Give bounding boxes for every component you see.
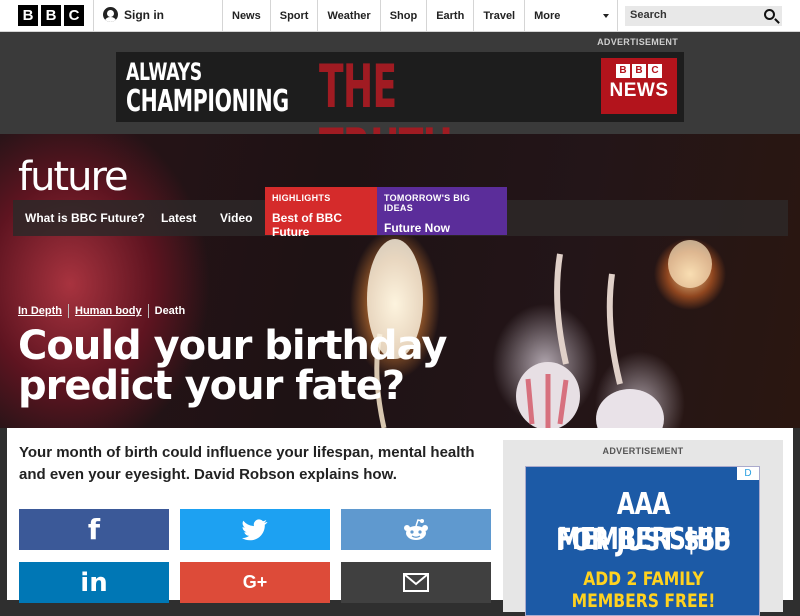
share-google-plus-button[interactable]: G+	[180, 562, 330, 603]
logo-letter: B	[616, 64, 630, 78]
logo-letter: C	[64, 5, 84, 26]
logo-letter: B	[18, 5, 38, 26]
tag-human-body[interactable]: Human body	[68, 304, 148, 318]
top-bar: B B C Sign in News Sport Weather Shop Ea…	[0, 0, 800, 32]
share-linkedin-button[interactable]: in	[19, 562, 169, 603]
search-placeholder: Search	[630, 9, 667, 21]
nav-shop[interactable]: Shop	[379, 0, 427, 32]
twitter-icon	[242, 518, 268, 540]
big-ideas-tab[interactable]: TOMORROW'S BIG IDEAS Future Now	[377, 187, 507, 235]
news-word: NEWS	[609, 80, 669, 101]
logo-letter: B	[632, 64, 646, 78]
main-nav: News Sport Weather Shop Earth Travel Mor…	[222, 0, 619, 32]
hero-image: future What is BBC Future? Latest Video …	[0, 134, 800, 428]
search-input[interactable]: Search	[625, 6, 782, 26]
email-icon	[403, 573, 429, 592]
subnav-video[interactable]: Video	[220, 200, 252, 236]
article-intro: Your month of birth could influence your…	[19, 444, 475, 483]
article-content: Your month of birth could influence your…	[7, 428, 793, 616]
divider	[93, 0, 94, 32]
nav-more-label: More	[534, 10, 561, 22]
ad-line-family: ADD 2 FAMILY MEMBERS FREE!	[571, 568, 716, 612]
highlights-link: Best of BBC Future	[272, 211, 343, 239]
nav-travel[interactable]: Travel	[473, 0, 524, 32]
nav-sport[interactable]: Sport	[269, 0, 318, 32]
share-facebook-button[interactable]: f	[19, 509, 169, 550]
linkedin-icon: in	[80, 567, 108, 598]
article-tags: In Depth Human body Death	[18, 304, 191, 318]
subnav-what-is-future[interactable]: What is BBC Future?	[25, 200, 145, 236]
adchoices-icon[interactable]: D	[737, 467, 759, 480]
nav-earth[interactable]: Earth	[426, 0, 473, 32]
ad-label: ADVERTISEMENT	[602, 446, 684, 456]
tag-death[interactable]: Death	[147, 304, 192, 318]
signin-label: Sign in	[124, 7, 164, 22]
big-ideas-title: TOMORROW'S BIG IDEAS	[384, 193, 471, 213]
highlights-tab[interactable]: HIGHLIGHTS Best of BBC Future	[265, 187, 377, 239]
big-ideas-link: Future Now	[384, 221, 450, 235]
page-title: Could your birthday predict your fate?	[18, 323, 447, 409]
nav-news[interactable]: News	[222, 0, 270, 32]
aaa-membership-ad[interactable]: D AAA MEMBERSHIP FOR JUST $55 ADD 2 FAMI…	[525, 466, 760, 616]
bbc-logo[interactable]: B B C	[18, 5, 84, 26]
reddit-icon	[404, 518, 428, 540]
highlights-title: HIGHLIGHTS	[272, 193, 331, 203]
logo-letter: C	[648, 64, 662, 78]
search-icon[interactable]	[764, 9, 775, 20]
share-twitter-button[interactable]	[180, 509, 330, 550]
chevron-down-icon	[603, 14, 610, 18]
ad-line-price: FOR JUST $55	[556, 523, 731, 558]
nav-weather[interactable]: Weather	[317, 0, 379, 32]
ad-line-championing: CHAMPIONING	[126, 84, 289, 119]
bbc-news-logo: B B C NEWS	[601, 58, 677, 114]
nav-more[interactable]: More	[524, 0, 619, 32]
tag-in-depth[interactable]: In Depth	[18, 304, 68, 318]
bbc-news-banner-ad[interactable]: ALWAYS CHAMPIONING THE TRUTH B B C NEWS	[116, 52, 684, 183]
user-icon	[103, 7, 118, 22]
top-ad-area: ADVERTISEMENT ALWAYS CHAMPIONING THE TRU…	[0, 32, 800, 183]
ad-line-always: ALWAYS	[126, 58, 202, 86]
share-email-button[interactable]	[341, 562, 491, 603]
logo-letter: B	[41, 5, 61, 26]
ad-label: ADVERTISEMENT	[597, 37, 678, 47]
future-logo[interactable]: future	[18, 154, 129, 200]
google-plus-icon: G+	[242, 572, 268, 592]
subnav-latest[interactable]: Latest	[161, 200, 196, 236]
sidebar-ad-area: ADVERTISEMENT D AAA MEMBERSHIP FOR JUST …	[503, 440, 783, 616]
share-reddit-button[interactable]	[341, 509, 491, 550]
signin-button[interactable]: Sign in	[103, 7, 164, 22]
facebook-icon: f	[87, 513, 101, 546]
